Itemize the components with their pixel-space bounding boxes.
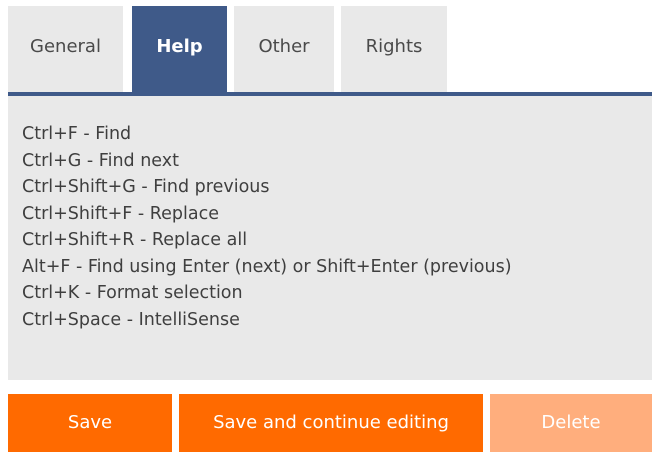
shortcut-find-next: Ctrl+G - Find next xyxy=(22,150,179,171)
tab-general[interactable]: General xyxy=(8,6,123,92)
shortcut-intellisense: Ctrl+Space - IntelliSense xyxy=(22,309,240,330)
shortcut-format-selection: Ctrl+K - Format selection xyxy=(22,283,243,303)
shortcut-find-enter: Alt+F - Find using Enter (next) or Shift… xyxy=(22,256,512,277)
help-panel: Ctrl+F - Find Ctrl+G - Find next Ctrl+Sh… xyxy=(8,96,652,380)
tab-bar: General Help Other Rights xyxy=(8,6,652,92)
shortcut-replace: Ctrl+Shift+F - Replace xyxy=(22,203,219,224)
shortcut-find-previous: Ctrl+Shift+G - Find previous xyxy=(22,177,270,197)
shortcut-find: Ctrl+F - Find xyxy=(22,124,132,144)
tab-rights[interactable]: Rights xyxy=(341,6,447,92)
tab-other[interactable]: Other xyxy=(234,6,334,92)
shortcut-replace-all: Ctrl+Shift+R - Replace all xyxy=(22,230,248,250)
save-button[interactable]: Save xyxy=(8,394,172,452)
tab-help[interactable]: Help xyxy=(132,6,227,92)
save-and-continue-button[interactable]: Save and continue editing xyxy=(179,394,483,452)
delete-button[interactable]: Delete xyxy=(490,394,652,452)
